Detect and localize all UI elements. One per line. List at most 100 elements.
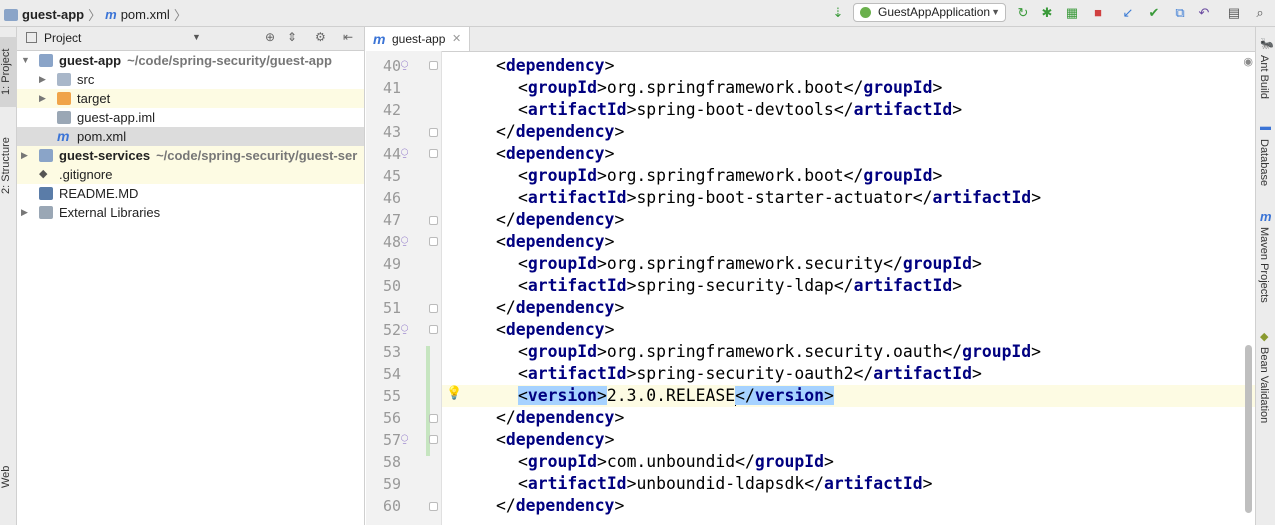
gear-icon[interactable]: ⚙: [315, 30, 326, 44]
code-line[interactable]: </dependency>: [442, 407, 1255, 429]
code-line[interactable]: <artifactId>spring-boot-starter-actuator…: [442, 187, 1255, 209]
project-structure-icon[interactable]: ▤: [1226, 5, 1242, 21]
code-line[interactable]: </dependency>: [442, 121, 1255, 143]
tag-value: com.unboundid: [606, 452, 736, 471]
code-line[interactable]: <artifactId>unboundid-ldapsdk</artifactI…: [442, 473, 1255, 495]
code-line[interactable]: </dependency>: [442, 297, 1255, 319]
tag-name: dependency: [505, 144, 605, 163]
tool-window-project[interactable]: 1: Project: [0, 37, 17, 107]
code-line[interactable]: <groupId>org.springframework.boot</group…: [442, 77, 1255, 99]
override-marker-icon[interactable]: ⍜: [401, 145, 408, 160]
tree-item[interactable]: ▶ src: [17, 70, 364, 89]
breadcrumb-project[interactable]: guest-app: [22, 7, 84, 22]
code-line[interactable]: <dependency>: [442, 231, 1255, 253]
fold-start-icon[interactable]: [429, 237, 438, 246]
tag-bracket: <: [518, 386, 528, 405]
debug-icon[interactable]: ✱: [1039, 5, 1055, 21]
fold-end-icon[interactable]: [429, 304, 438, 313]
tree-item-name: .gitignore: [59, 167, 113, 182]
code-line[interactable]: <artifactId>spring-boot-devtools</artifa…: [442, 99, 1255, 121]
vcs-commit-icon[interactable]: ✔: [1146, 5, 1162, 21]
preview-eye-icon[interactable]: ◉: [1243, 55, 1253, 68]
collapsed-arrow-icon[interactable]: ▶: [39, 70, 49, 89]
close-icon[interactable]: ✕: [452, 27, 461, 51]
code-line[interactable]: <version>2.3.0.RELEASE</version>: [442, 385, 1255, 407]
chevron-down-icon[interactable]: ▼: [192, 32, 201, 42]
fold-start-icon[interactable]: [429, 325, 438, 334]
tag-name: artifactId: [873, 364, 972, 383]
tag-bracket: >: [626, 474, 637, 493]
override-marker-icon[interactable]: ⍜: [401, 321, 408, 336]
tool-window-ant-build[interactable]: Ant Build: [1258, 55, 1270, 119]
code-line[interactable]: <artifactId>spring-security-oauth2</arti…: [442, 363, 1255, 385]
locate-file-icon[interactable]: ⊕: [265, 30, 275, 44]
code-line[interactable]: <dependency>: [442, 55, 1255, 77]
collapsed-arrow-icon[interactable]: ▶: [21, 203, 31, 222]
collapsed-arrow-icon[interactable]: ▶: [39, 89, 49, 108]
tree-item[interactable]: m pom.xml: [17, 127, 364, 146]
project-panel-title[interactable]: Project: [44, 31, 81, 45]
fold-end-icon[interactable]: [429, 414, 438, 423]
tool-window-bean-validation[interactable]: Bean Validation: [1258, 347, 1270, 457]
fold-start-icon[interactable]: [429, 435, 438, 444]
module-folder-icon: [39, 149, 53, 162]
fold-end-icon[interactable]: [429, 216, 438, 225]
collapsed-arrow-icon[interactable]: ▶: [21, 146, 31, 165]
tree-item[interactable]: ◆ .gitignore: [17, 165, 364, 184]
tag-name: artifactId: [853, 100, 953, 119]
undo-icon[interactable]: ↶: [1196, 5, 1212, 21]
fold-start-icon[interactable]: [429, 149, 438, 158]
run-configuration-select[interactable]: GuestAppApplication ▼: [853, 3, 1006, 22]
code-line[interactable]: <groupId>org.springframework.security.oa…: [442, 341, 1255, 363]
tool-window-database[interactable]: Database: [1258, 139, 1270, 199]
code-line[interactable]: <artifactId>spring-security-ldap</artifa…: [442, 275, 1255, 297]
code-line[interactable]: <groupId>org.springframework.security</g…: [442, 253, 1255, 275]
fold-end-icon[interactable]: [429, 502, 438, 511]
vcs-update-icon[interactable]: ↙: [1120, 5, 1136, 21]
tree-item[interactable]: ▶ guest-services ~/code/spring-security/gu…: [17, 146, 364, 165]
intention-bulb-icon[interactable]: 💡: [446, 385, 462, 401]
line-number: 59: [382, 475, 401, 493]
override-marker-icon[interactable]: ⍜: [401, 233, 408, 248]
code-line[interactable]: <dependency>: [442, 143, 1255, 165]
tag-name: groupId: [527, 342, 597, 361]
collapse-all-icon[interactable]: ⇕: [287, 30, 297, 44]
line-number: 51: [382, 299, 401, 317]
stop-icon[interactable]: ■: [1090, 5, 1106, 21]
editor-vertical-scrollbar[interactable]: [1245, 345, 1252, 513]
code-area[interactable]: <dependency> <groupId>org.springframework…: [442, 51, 1255, 525]
tree-item[interactable]: README.MD: [17, 184, 364, 203]
code-line[interactable]: <dependency>: [442, 319, 1255, 341]
editor-tab[interactable]: m guest-app ✕: [366, 27, 470, 51]
search-everywhere-icon[interactable]: ⌕: [1252, 5, 1268, 21]
code-line[interactable]: </dependency>: [442, 209, 1255, 231]
tree-item[interactable]: ▶ target: [17, 89, 364, 108]
tool-window-maven-projects[interactable]: Maven Projects: [1258, 227, 1270, 332]
code-line[interactable]: <groupId>com.unboundid</groupId>: [442, 451, 1255, 473]
tree-item[interactable]: ▼ guest-app ~/code/spring-security/guest-a…: [17, 51, 364, 70]
code-line[interactable]: </dependency>: [442, 495, 1255, 517]
hide-panel-icon[interactable]: ⇤: [343, 30, 353, 44]
override-marker-icon[interactable]: ⍜: [401, 431, 408, 446]
build-icon[interactable]: ⇣: [830, 5, 846, 21]
breadcrumb-file[interactable]: pom.xml: [121, 7, 170, 22]
expanded-arrow-icon[interactable]: ▼: [21, 51, 31, 70]
coverage-icon[interactable]: ▦: [1064, 5, 1080, 21]
tag-bracket: </: [843, 78, 864, 97]
fold-start-icon[interactable]: [429, 61, 438, 70]
rerun-icon[interactable]: ↻: [1015, 5, 1031, 21]
tag-bracket: >: [596, 452, 607, 471]
override-marker-icon[interactable]: ⍜: [401, 57, 408, 72]
fold-end-icon[interactable]: [429, 128, 438, 137]
tag-bracket: </: [883, 254, 903, 273]
code-line[interactable]: <dependency>: [442, 429, 1255, 451]
tree-item[interactable]: guest-app.iml: [17, 108, 364, 127]
tag-name: dependency: [505, 56, 605, 75]
tool-window-structure[interactable]: 2: Structure: [0, 123, 17, 209]
tag-value: org.springframework.security.oauth: [606, 342, 943, 361]
code-line[interactable]: <groupId>org.springframework.boot</group…: [442, 165, 1255, 187]
chevron-right-icon: 〉: [88, 8, 102, 23]
tree-item[interactable]: ▶ External Libraries: [17, 203, 364, 222]
tool-window-web[interactable]: Web: [0, 457, 17, 497]
vcs-compare-icon[interactable]: ⧉: [1172, 5, 1188, 21]
